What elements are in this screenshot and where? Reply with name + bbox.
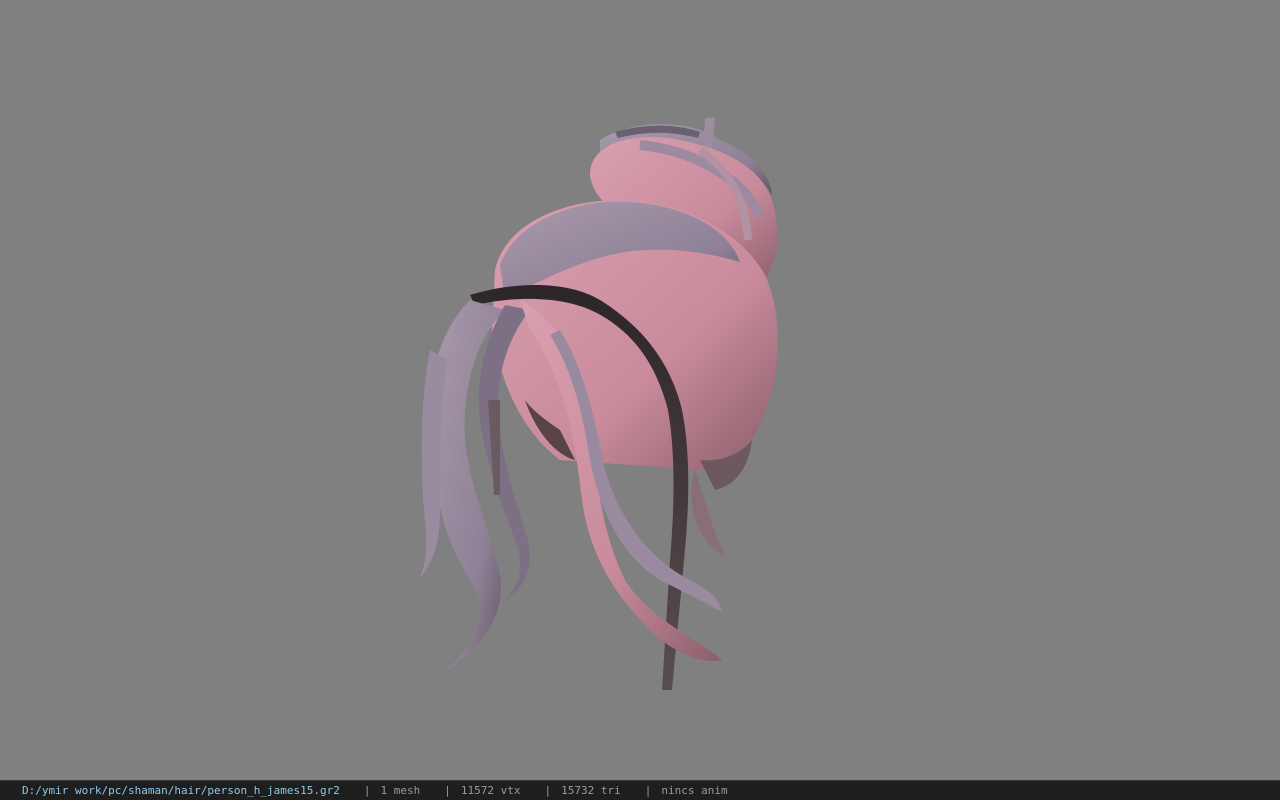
status-bar: D:/ymir work/pc/shaman/hair/person_h_jam… [0,780,1280,800]
anim-status: nincs anim [661,784,728,797]
triangle-count: 15732 tri [561,784,621,797]
separator: | [444,784,451,797]
separator: | [644,784,652,797]
file-path: D:/ymir work/pc/shaman/hair/person_h_jam… [22,784,340,797]
separator: | [544,784,552,797]
mesh-count: 1 mesh [380,784,421,797]
3d-viewport[interactable] [0,0,1280,780]
hair-model-render[interactable] [0,0,1280,780]
separator: | [363,784,371,797]
vertex-count: 11572 vtx [460,784,521,797]
